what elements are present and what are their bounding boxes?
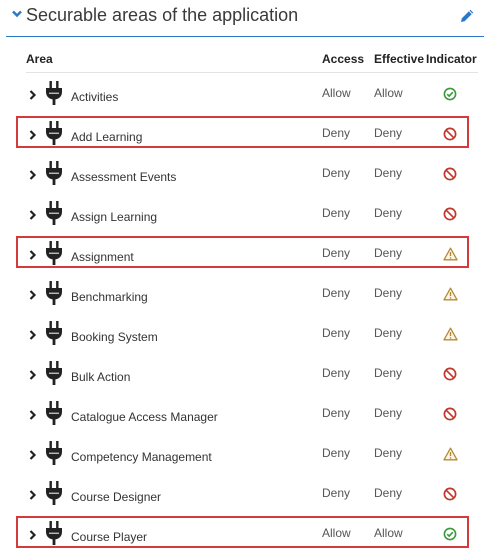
expand-chevron-icon[interactable] bbox=[29, 447, 37, 465]
plug-icon bbox=[44, 160, 64, 191]
allowed-check-icon bbox=[443, 527, 457, 546]
denied-icon bbox=[443, 367, 457, 386]
plug-icon bbox=[44, 200, 64, 231]
area-name[interactable]: Competency Management bbox=[71, 450, 212, 464]
area-name[interactable]: Assignment bbox=[71, 250, 134, 264]
plug-icon bbox=[44, 520, 64, 551]
area-name[interactable]: Course Player bbox=[71, 530, 147, 544]
denied-icon bbox=[443, 127, 457, 146]
expand-chevron-icon[interactable] bbox=[29, 87, 37, 105]
expand-chevron-icon[interactable] bbox=[29, 327, 37, 345]
panel-header: Securable areas of the application bbox=[0, 0, 494, 36]
area-row[interactable]: Benchmarking Deny Deny bbox=[0, 272, 494, 312]
effective-value: Deny bbox=[374, 166, 403, 180]
expand-chevron-icon[interactable] bbox=[29, 367, 37, 385]
access-value: Allow bbox=[322, 86, 351, 100]
access-value: Deny bbox=[322, 406, 351, 420]
area-row[interactable]: Assignment Deny Deny bbox=[0, 232, 494, 272]
denied-icon bbox=[443, 167, 457, 186]
effective-value: Deny bbox=[374, 286, 403, 300]
expand-chevron-icon[interactable] bbox=[29, 407, 37, 425]
plug-icon bbox=[44, 400, 64, 431]
plug-icon bbox=[44, 360, 64, 391]
area-row[interactable]: Course Designer Deny Deny bbox=[0, 472, 494, 512]
effective-value: Deny bbox=[374, 126, 403, 140]
plug-icon bbox=[44, 280, 64, 311]
effective-value: Allow bbox=[374, 526, 403, 540]
warning-icon bbox=[443, 447, 458, 466]
access-value: Deny bbox=[322, 286, 351, 300]
denied-icon bbox=[443, 407, 457, 426]
area-name[interactable]: Assessment Events bbox=[71, 170, 176, 184]
area-name[interactable]: Activities bbox=[71, 90, 118, 104]
effective-value: Deny bbox=[374, 446, 403, 460]
area-row[interactable]: Competency Management Deny Deny bbox=[0, 432, 494, 472]
header-divider bbox=[6, 36, 484, 37]
warning-icon bbox=[443, 287, 458, 306]
allowed-check-icon bbox=[443, 87, 457, 106]
area-name[interactable]: Course Designer bbox=[71, 490, 161, 504]
column-header-indicator: Indicator bbox=[426, 52, 477, 66]
expand-chevron-icon[interactable] bbox=[29, 127, 37, 145]
plug-icon bbox=[44, 440, 64, 471]
effective-value: Deny bbox=[374, 206, 403, 220]
expand-chevron-icon[interactable] bbox=[29, 527, 37, 545]
area-row[interactable]: Add Learning Deny Deny bbox=[0, 112, 494, 152]
access-value: Deny bbox=[322, 486, 351, 500]
expand-chevron-icon[interactable] bbox=[29, 167, 37, 185]
denied-icon bbox=[443, 207, 457, 226]
area-row[interactable]: Catalogue Access Manager Deny Deny bbox=[0, 392, 494, 432]
edit-pencil-icon[interactable] bbox=[458, 7, 476, 25]
column-header-access: Access bbox=[322, 52, 365, 66]
area-name[interactable]: Benchmarking bbox=[71, 290, 148, 304]
access-value: Deny bbox=[322, 246, 351, 260]
effective-value: Deny bbox=[374, 366, 403, 380]
area-row[interactable]: Activities Allow Allow bbox=[0, 72, 494, 112]
access-value: Deny bbox=[322, 326, 351, 340]
access-value: Allow bbox=[322, 526, 351, 540]
denied-icon bbox=[443, 487, 457, 506]
plug-icon bbox=[44, 120, 64, 151]
column-header-area: Area bbox=[26, 52, 53, 66]
access-value: Deny bbox=[322, 446, 351, 460]
area-row[interactable]: Assign Learning Deny Deny bbox=[0, 192, 494, 232]
expand-chevron-icon[interactable] bbox=[29, 207, 37, 225]
expand-chevron-icon[interactable] bbox=[29, 247, 37, 265]
access-value: Deny bbox=[322, 366, 351, 380]
area-row[interactable]: Booking System Deny Deny bbox=[0, 312, 494, 352]
collapse-chevron-icon[interactable] bbox=[12, 10, 22, 18]
expand-chevron-icon[interactable] bbox=[29, 487, 37, 505]
area-name[interactable]: Add Learning bbox=[71, 130, 142, 144]
area-name[interactable]: Catalogue Access Manager bbox=[71, 410, 218, 424]
access-value: Deny bbox=[322, 206, 351, 220]
panel-title: Securable areas of the application bbox=[26, 5, 299, 25]
plug-icon bbox=[44, 480, 64, 511]
column-header-effective: Effective bbox=[374, 52, 425, 66]
effective-value: Deny bbox=[374, 246, 403, 260]
plug-icon bbox=[44, 80, 64, 111]
warning-icon bbox=[443, 327, 458, 346]
area-row[interactable]: Course Player Allow Allow bbox=[0, 512, 494, 552]
effective-value: Allow bbox=[374, 86, 403, 100]
effective-value: Deny bbox=[374, 326, 403, 340]
area-row[interactable]: Bulk Action Deny Deny bbox=[0, 352, 494, 392]
access-value: Deny bbox=[322, 166, 351, 180]
area-name[interactable]: Assign Learning bbox=[71, 210, 157, 224]
area-name[interactable]: Booking System bbox=[71, 330, 158, 344]
plug-icon bbox=[44, 320, 64, 351]
expand-chevron-icon[interactable] bbox=[29, 287, 37, 305]
plug-icon bbox=[44, 240, 64, 271]
warning-icon bbox=[443, 247, 458, 266]
effective-value: Deny bbox=[374, 486, 403, 500]
area-name[interactable]: Bulk Action bbox=[71, 370, 130, 384]
effective-value: Deny bbox=[374, 406, 403, 420]
area-row[interactable]: Assessment Events Deny Deny bbox=[0, 152, 494, 192]
access-value: Deny bbox=[322, 126, 351, 140]
